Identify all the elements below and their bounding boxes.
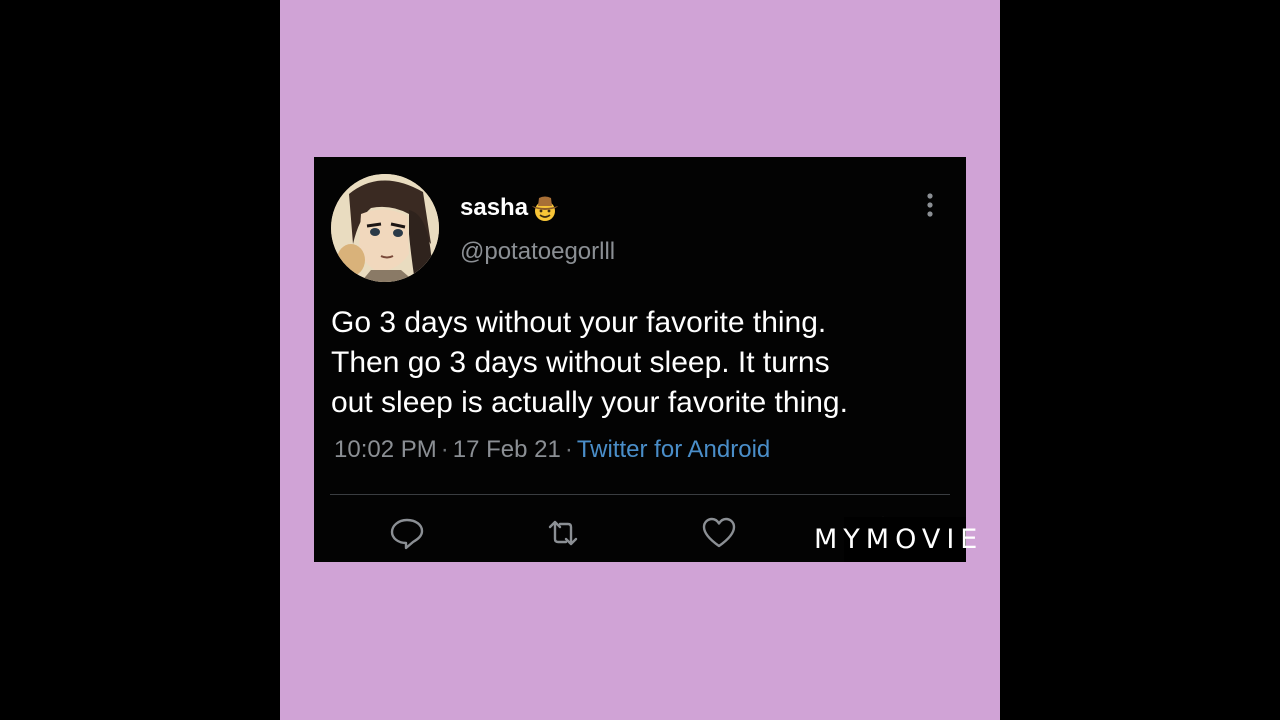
tweet-card[interactable]: sasha @potatoegorlll Go 3 days without y… bbox=[314, 157, 966, 562]
cowboy-hat-face-icon bbox=[532, 196, 559, 221]
display-name-text: sasha bbox=[460, 194, 529, 221]
tweet-source-link[interactable]: Twitter for Android bbox=[577, 436, 770, 463]
tweet-date: 17 Feb 21 bbox=[452, 436, 561, 463]
watermark-text: MYMOVIE bbox=[814, 524, 984, 555]
meta-separator: · bbox=[564, 436, 573, 463]
heart-icon bbox=[702, 517, 736, 548]
divider bbox=[330, 494, 950, 495]
retweet-button[interactable] bbox=[545, 515, 581, 551]
meta-separator: · bbox=[440, 436, 449, 463]
tweet-text: Go 3 days without your favorite thing. T… bbox=[331, 306, 848, 419]
avatar-image bbox=[331, 174, 439, 282]
more-options-icon[interactable] bbox=[920, 191, 940, 221]
like-button[interactable] bbox=[701, 515, 737, 551]
tweet-time: 10:02 PM bbox=[334, 436, 437, 463]
reply-icon bbox=[390, 518, 424, 550]
retweet-icon bbox=[548, 520, 578, 546]
user-handle[interactable]: @potatoegorlll bbox=[460, 238, 615, 266]
display-name[interactable]: sasha bbox=[460, 193, 560, 223]
reply-button[interactable] bbox=[389, 515, 425, 551]
avatar[interactable] bbox=[331, 174, 439, 282]
tweet-meta: 10:02 PM · 17 Feb 21 · Twitter for Android bbox=[334, 436, 770, 464]
